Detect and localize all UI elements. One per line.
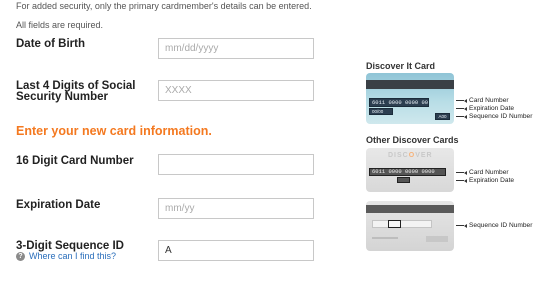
expiration-highlight <box>397 177 410 183</box>
callout-sequence-id: Sequence ID Number <box>456 221 532 230</box>
magnetic-stripe <box>366 205 454 213</box>
intro-text: For added security, only the primary car… <box>16 1 312 11</box>
dob-input[interactable] <box>158 38 314 59</box>
discover-it-card-image: 6011 0000 0000 0000 00/00 A00 <box>366 73 454 124</box>
required-notice: All fields are required. <box>16 20 104 30</box>
help-row: ? Where can I find this? <box>16 251 116 261</box>
card-number-label: 16 Digit Card Number <box>16 155 134 167</box>
dob-label: Date of Birth <box>16 38 85 50</box>
where-find-link[interactable]: Where can I find this? <box>29 251 116 261</box>
help-info-icon: ? <box>16 251 25 261</box>
discover-logo: DISCOVER <box>388 152 433 159</box>
sequence-id-input[interactable] <box>158 240 314 261</box>
fine-print-logo <box>426 236 448 242</box>
card-number-highlight: 6011 0000 0000 0000 <box>369 98 429 107</box>
other-card-back-image <box>366 201 454 251</box>
sequence-id-highlight: A00 <box>435 113 450 120</box>
callout-expiration-date: Expiration Date <box>456 176 514 185</box>
magnetic-stripe <box>366 80 454 89</box>
fine-print <box>372 237 398 239</box>
signature-panel <box>372 220 432 228</box>
expiration-label: Expiration Date <box>16 199 101 211</box>
expiration-highlight: 00/00 <box>369 108 393 115</box>
card-number-input[interactable] <box>158 154 314 175</box>
ssn-label: Last 4 Digits of Social Security Number <box>16 80 136 103</box>
sequence-id-highlight <box>388 220 401 228</box>
other-cards-heading: Other Discover Cards <box>366 135 459 145</box>
new-card-section-title: Enter your new card information. <box>16 124 212 138</box>
callout-sequence-id: Sequence ID Number <box>456 112 532 121</box>
other-card-front-image: DISCOVER 6011 0000 0000 0000 <box>366 148 454 192</box>
discover-it-heading: Discover It Card <box>366 61 436 71</box>
card-number-highlight: 6011 0000 0000 0000 <box>369 168 446 176</box>
ssn-label-line2: Security Number <box>16 91 109 103</box>
ssn-last4-input[interactable] <box>158 80 314 101</box>
expiration-input[interactable] <box>158 198 314 219</box>
